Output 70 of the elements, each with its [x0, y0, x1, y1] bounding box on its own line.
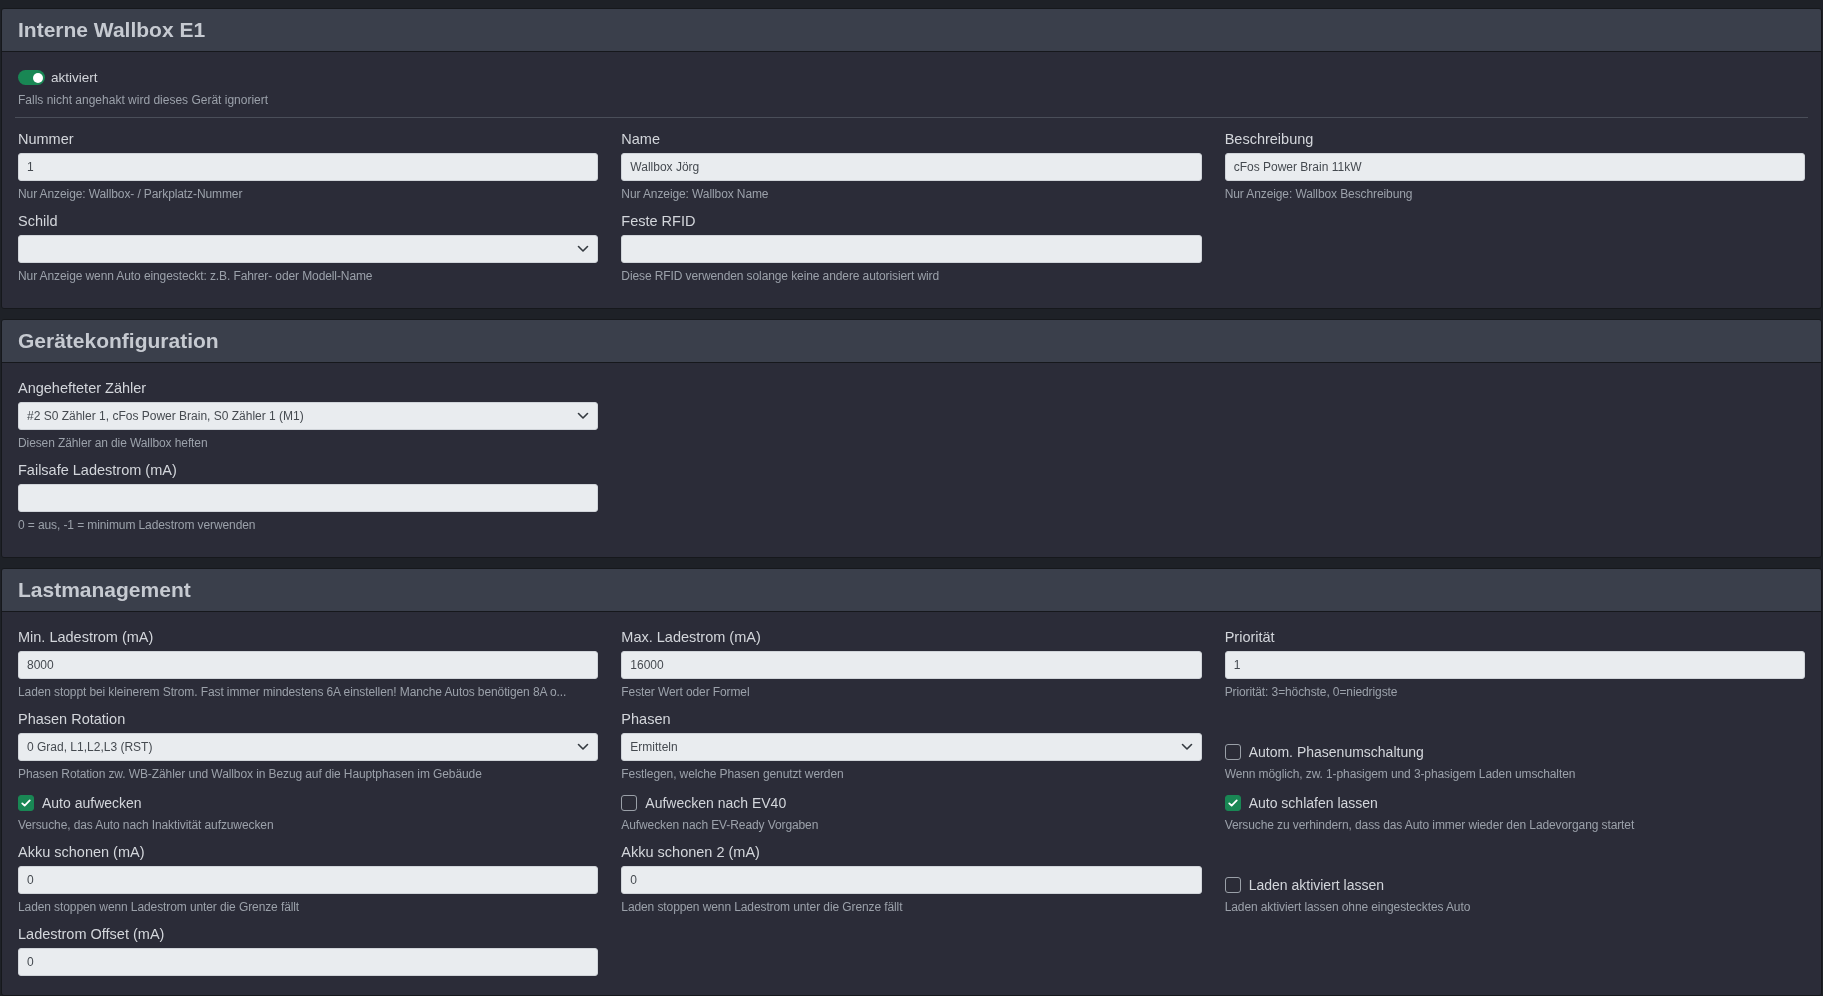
field-label: Akku schonen 2 (mA) [621, 843, 761, 861]
field-label: Beschreibung [1224, 130, 1315, 148]
help-text: Priorität: 3=höchste, 0=niedrigste [1224, 685, 1399, 700]
field-label: Priorität [1224, 628, 1276, 646]
field-label: Phasen [621, 710, 672, 728]
help-text: Versuche zu verhindern, dass das Auto immer wieder den Ladevorgang startet [1224, 818, 1636, 833]
help-text: Phasen Rotation zw. WB-Zähler und Wallbox in Bezug auf die Hauptphasen im Gebäude [18, 767, 483, 782]
input-field[interactable]: Wallbox Jörg [621, 153, 1202, 181]
help-text: Laden aktiviert lassen ohne eingestecktes Auto [1224, 900, 1472, 915]
toggle-switch[interactable] [18, 70, 45, 85]
input-field[interactable]: 8000 [18, 651, 599, 679]
checkbox-label: Auto aufwecken [42, 794, 142, 812]
checkbox[interactable] [1224, 877, 1241, 893]
input-field[interactable]: 0 [18, 948, 599, 976]
section-title: Interne Wallbox E1 [2, 9, 1821, 52]
section-title: Gerätekonfiguration [2, 320, 1821, 363]
chevron-down-icon [577, 743, 590, 751]
field-label: Akku schonen (mA) [18, 843, 146, 861]
help-text: Nur Anzeige: Wallbox- / Parkplatz-Nummer [18, 187, 244, 202]
help-text: Laden stoppt bei kleinerem Strom. Fast immer mindestens 6A einstellen! Manche Autos benötigen 8A o... [18, 685, 568, 700]
field-label: Angehefteter Zähler [18, 379, 148, 397]
field-label: Phasen Rotation [18, 710, 127, 728]
dropdown[interactable]: Ermitteln [621, 733, 1202, 761]
checkbox-label: Aufwecken nach EV40 [645, 794, 787, 812]
checkbox[interactable] [18, 795, 34, 811]
help-text: Nur Anzeige: Wallbox Name [621, 187, 770, 202]
checkbox[interactable] [1224, 744, 1241, 760]
input-field[interactable] [18, 484, 599, 512]
field-label: Nummer [18, 130, 75, 148]
help-text: Laden stoppen wenn Ladestrom unter die Grenze fällt [18, 900, 301, 915]
help-text: Fester Wert oder Formel [621, 685, 751, 700]
input-field[interactable]: 0 [621, 866, 1202, 894]
checkbox[interactable] [1224, 795, 1241, 811]
checkbox[interactable] [621, 795, 638, 811]
check-icon [1226, 797, 1239, 809]
help-text: Festlegen, welche Phasen genutzt werden [621, 767, 845, 782]
help-text: Nur Anzeige wenn Auto eingesteckt: z.B. Fahrer- oder Modell-Name [18, 269, 374, 284]
help-text: Aufwecken nach EV-Ready Vorgaben [621, 818, 820, 833]
input-field[interactable]: 1 [1224, 651, 1805, 679]
chevron-down-icon [1180, 743, 1193, 751]
check-icon [20, 797, 32, 809]
dropdown[interactable]: 0 Grad, L1,L2,L3 (RST) [18, 733, 599, 761]
input-field[interactable]: 1 [18, 153, 599, 181]
checkbox-label: Auto schlafen lassen [1248, 794, 1378, 812]
field-label: Name [621, 130, 661, 148]
switch-label: aktiviert [51, 70, 98, 85]
field-label: Feste RFID [621, 212, 697, 230]
help-text: Diese RFID verwenden solange keine andere autorisiert wird [621, 269, 941, 284]
field-label: Ladestrom Offset (mA) [18, 925, 166, 943]
dropdown[interactable]: #2 S0 Zähler 1, cFos Power Brain, S0 Zähler 1 (M1) [18, 402, 599, 430]
help-text: Nur Anzeige: Wallbox Beschreibung [1224, 187, 1414, 202]
help-text: 0 = aus, -1 = minimum Ladestrom verwenden [18, 518, 257, 533]
field-label: Failsafe Ladestrom (mA) [18, 461, 178, 479]
field-label: Max. Ladestrom (mA) [621, 628, 762, 646]
help-text: Laden stoppen wenn Ladestrom unter die Grenze fällt [621, 900, 904, 915]
chevron-down-icon [577, 245, 590, 253]
checkbox-label: Autom. Phasenumschaltung [1248, 743, 1424, 761]
help-text: Falls nicht angehakt wird dieses Gerät ignoriert [18, 93, 270, 107]
checkbox-label: Laden aktiviert lassen [1248, 876, 1385, 894]
field-label: Min. Ladestrom (mA) [18, 628, 155, 646]
help-text: Diesen Zähler an die Wallbox heften [18, 436, 209, 451]
section-title: Lastmanagement [2, 569, 1821, 612]
input-field[interactable] [621, 235, 1202, 263]
field-label: Schild [18, 212, 59, 230]
input-field[interactable]: cFos Power Brain 11kW [1224, 153, 1805, 181]
chevron-down-icon [577, 412, 590, 420]
help-text: Wenn möglich, zw. 1-phasigem und 3-phasigem Laden umschalten [1224, 767, 1577, 782]
input-field[interactable]: 16000 [621, 651, 1202, 679]
input-field[interactable]: 0 [18, 866, 599, 894]
help-text: Versuche, das Auto nach Inaktivität aufzuwecken [18, 818, 275, 833]
